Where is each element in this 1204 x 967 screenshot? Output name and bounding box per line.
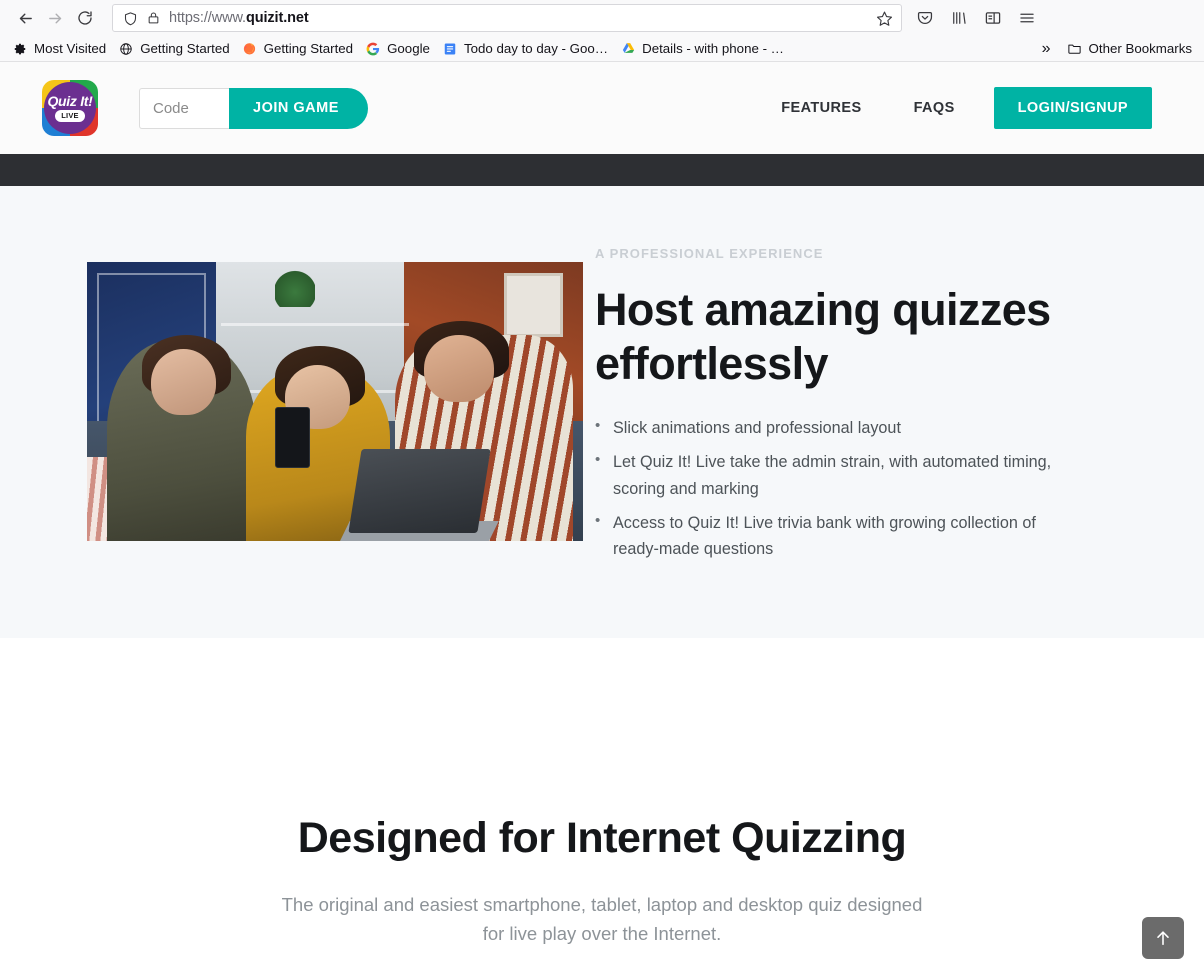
bookmark-label: Todo day to day - Goo… — [463, 41, 609, 56]
logo-circle: Quiz It! LIVE — [44, 82, 96, 134]
hero-eyebrow: A PROFESSIONAL EXPERIENCE — [595, 246, 824, 261]
photo-laptop-screen — [348, 448, 491, 533]
bookmarks-overflow-button[interactable]: » — [1034, 38, 1059, 60]
google-g-icon — [365, 41, 381, 57]
bookmark-label: Most Visited — [34, 41, 107, 56]
bookmark-label: Getting Started — [263, 41, 354, 56]
browser-toolbar-actions — [910, 4, 1042, 32]
logo-live-badge: LIVE — [55, 110, 85, 122]
browser-navigation-toolbar: https://www.quizit.net — [0, 0, 1204, 36]
hero-image-column — [42, 186, 595, 541]
bookmark-details-with-phone[interactable]: Details - with phone - … — [614, 39, 790, 59]
hero-feature-item: Access to Quiz It! Live trivia bank with… — [595, 509, 1053, 562]
bookmarks-toolbar: Most Visited Getting Started Getting Sta… — [0, 36, 1204, 62]
hero-text-column: A PROFESSIONAL EXPERIENCE Host amazing q… — [595, 186, 1152, 570]
lock-icon — [147, 11, 160, 25]
photo-person-right-face — [424, 334, 494, 402]
url-text: https://www.quizit.net — [169, 10, 876, 26]
login-signup-button[interactable]: LOGIN/SIGNUP — [993, 87, 1152, 129]
photo-person-left-face — [151, 348, 216, 416]
bookmark-label: Getting Started — [140, 41, 230, 56]
back-button[interactable] — [10, 4, 40, 32]
firefox-icon — [242, 41, 258, 57]
bookmark-label: Details - with phone - … — [642, 41, 784, 56]
page-content: Quiz It! LIVE JOIN GAME FEATURES FAQS LO… — [0, 62, 1204, 967]
bookmark-star-icon[interactable] — [876, 10, 893, 27]
nav-link-faqs[interactable]: FAQS — [914, 90, 955, 126]
photo-shelf-line — [220, 323, 410, 327]
google-docs-icon — [442, 41, 458, 57]
url-bar[interactable]: https://www.quizit.net — [112, 4, 902, 32]
gear-icon — [12, 41, 28, 57]
hero-photo — [87, 262, 583, 541]
folder-icon — [1067, 41, 1083, 57]
join-game-button[interactable]: JOIN GAME — [229, 87, 368, 129]
chevron-double-right-icon: » — [1041, 39, 1051, 57]
menu-icon[interactable] — [1012, 4, 1042, 32]
hero-section: A PROFESSIONAL EXPERIENCE Host amazing q… — [0, 186, 1204, 638]
url-prefix: https://www. — [169, 10, 246, 26]
site-header: Quiz It! LIVE JOIN GAME FEATURES FAQS LO… — [0, 62, 1204, 154]
hero-feature-list: Slick animations and professional layout… — [595, 414, 1152, 562]
hero-title: Host amazing quizzes effortlessly — [595, 284, 1051, 389]
other-bookmarks-label: Other Bookmarks — [1088, 41, 1192, 56]
forward-button[interactable] — [40, 4, 70, 32]
scroll-to-top-button[interactable] — [1142, 917, 1184, 959]
hero-feature-item: Slick animations and professional layout — [595, 414, 1053, 441]
library-icon[interactable] — [944, 4, 974, 32]
other-bookmarks-folder[interactable]: Other Bookmarks — [1061, 39, 1198, 59]
url-domain: quizit.net — [245, 10, 309, 26]
bookmark-todo-day-to-day[interactable]: Todo day to day - Goo… — [436, 39, 614, 59]
section-title: Designed for Internet Quizzing — [297, 814, 907, 862]
section-subtitle: The original and easiest smartphone, tab… — [281, 894, 923, 945]
designed-for-internet-quizzing-section: Designed for Internet Quizzing The origi… — [0, 638, 1204, 949]
game-code-input[interactable] — [139, 87, 229, 129]
join-game-form: JOIN GAME — [139, 87, 368, 129]
site-navigation: FEATURES FAQS LOGIN/SIGNUP — [781, 87, 1152, 129]
hero-feature-item: Let Quiz It! Live take the admin strain,… — [595, 448, 1053, 501]
bookmarks-overflow-area: » Other Bookmarks — [1034, 38, 1198, 60]
logo-title: Quiz It! — [47, 93, 93, 110]
bookmark-label: Google — [387, 41, 430, 56]
quiz-it-live-logo[interactable]: Quiz It! LIVE — [42, 80, 98, 136]
google-drive-icon — [620, 41, 636, 57]
globe-icon — [118, 41, 134, 57]
arrow-up-icon — [1157, 931, 1169, 946]
dark-divider-band — [0, 154, 1204, 186]
bookmark-most-visited[interactable]: Most Visited — [6, 39, 112, 59]
sidebar-icon[interactable] — [978, 4, 1008, 32]
nav-link-features[interactable]: FEATURES — [781, 90, 861, 126]
reload-button[interactable] — [70, 4, 100, 32]
bookmark-getting-started-firefox[interactable]: Getting Started — [236, 39, 359, 59]
photo-picture-frame — [503, 273, 564, 338]
browser-chrome: https://www.quizit.net Most Visited Gett… — [0, 0, 1204, 62]
photo-plant — [275, 270, 316, 307]
bookmark-google[interactable]: Google — [359, 39, 436, 59]
shield-icon — [123, 11, 138, 26]
bookmark-getting-started-globe[interactable]: Getting Started — [112, 39, 235, 59]
photo-smartphone — [275, 407, 311, 469]
pocket-icon[interactable] — [910, 4, 940, 32]
